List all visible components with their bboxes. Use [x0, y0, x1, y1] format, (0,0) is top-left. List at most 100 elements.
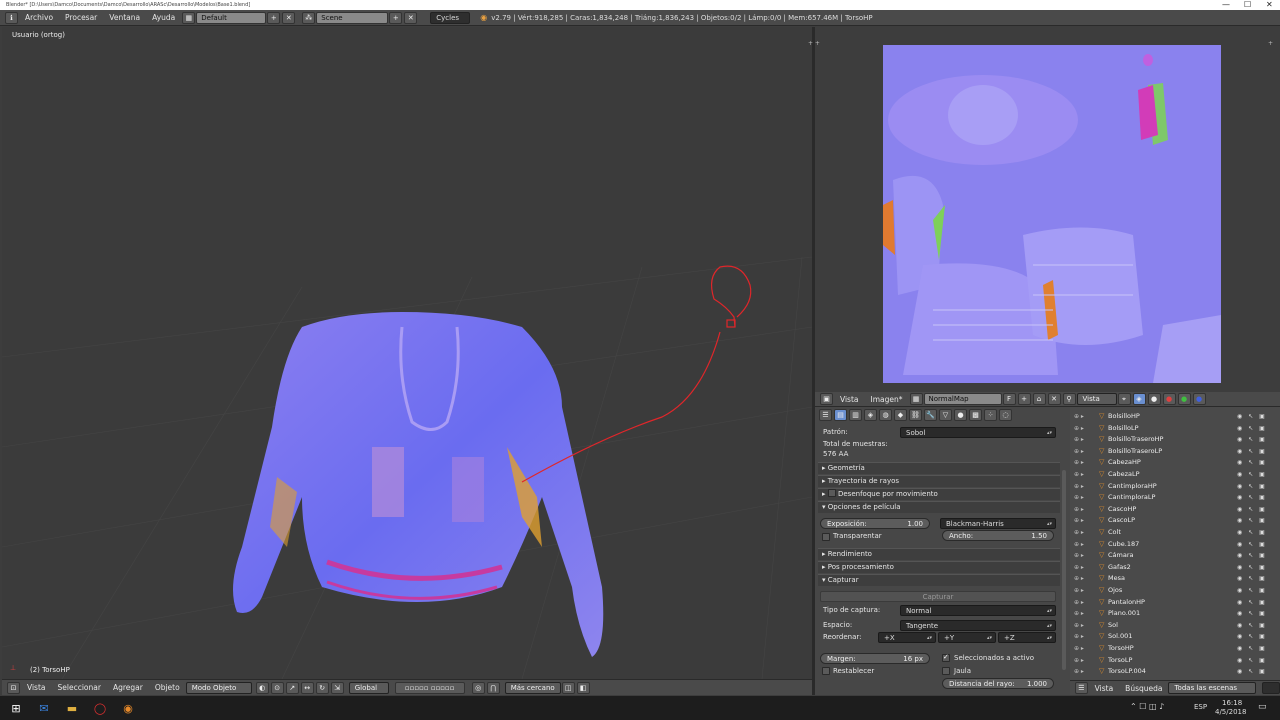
outliner-item[interactable]: ⊕ ▸ ▽ TorsoLP.004 ◉ ↖ ▣	[1070, 666, 1280, 678]
area-join-left-icon[interactable]: + +	[808, 40, 820, 47]
vp-menu-vista[interactable]: Vista	[21, 683, 52, 692]
texture-tab-icon[interactable]: ▩	[969, 409, 982, 421]
minimize-icon[interactable]: —	[1222, 0, 1230, 10]
visibility-icons[interactable]: ◉ ↖ ▣	[1237, 631, 1267, 642]
properties-scrollbar[interactable]	[1062, 470, 1066, 670]
transparentar-checkbox[interactable]	[822, 533, 830, 541]
visibility-icons[interactable]: ◉ ↖ ▣	[1237, 655, 1267, 666]
tipo-captura-select[interactable]: Normal	[900, 605, 1056, 616]
outlook-icon[interactable]: ✉	[32, 696, 56, 720]
scene-icon[interactable]: ⁂	[302, 11, 316, 24]
proportional-icon[interactable]: ◎	[471, 681, 485, 694]
remove-layout-icon[interactable]: ✕	[282, 11, 296, 24]
visibility-icons[interactable]: ◉ ↖ ▣	[1237, 411, 1267, 422]
expand-icon[interactable]: ⊕ ▸	[1074, 550, 1084, 561]
expand-icon[interactable]: ⊕ ▸	[1074, 539, 1084, 550]
outliner-item[interactable]: ⊕ ▸ ▽ Ojos ◉ ↖ ▣	[1070, 585, 1280, 597]
filter-select[interactable]: Blackman-Harris	[940, 518, 1056, 529]
open-image-icon[interactable]: ⌂	[1032, 393, 1046, 405]
channels-icon[interactable]: ◈	[1132, 393, 1146, 405]
outliner-item[interactable]: ⊕ ▸ ▽ Plano.001 ◉ ↖ ▣	[1070, 608, 1280, 620]
outliner-item[interactable]: ⊕ ▸ ▽ Cámara ◉ ↖ ▣	[1070, 550, 1280, 562]
outliner-item[interactable]: ⊕ ▸ ▽ BolsilloTraseroHP ◉ ↖ ▣	[1070, 434, 1280, 446]
outliner-item[interactable]: ⊕ ▸ ▽ CabezaHP ◉ ↖ ▣	[1070, 457, 1280, 469]
img-menu-imagen[interactable]: Imagen*	[865, 395, 909, 404]
reorder-z-select[interactable]: +Z	[998, 632, 1056, 643]
new-image-icon[interactable]: +	[1017, 393, 1031, 405]
outliner-item[interactable]: ⊕ ▸ ▽ BolsilloHP ◉ ↖ ▣	[1070, 411, 1280, 423]
outliner-item[interactable]: ⊕ ▸ ▽ Cube.187 ◉ ↖ ▣	[1070, 539, 1280, 551]
windows-start-icon[interactable]: ⊞	[4, 696, 28, 720]
expand-icon[interactable]: ⊕ ▸	[1074, 655, 1084, 666]
editor-type-icon[interactable]: ℹ	[5, 11, 18, 24]
outliner-item[interactable]: ⊕ ▸ ▽ CascoHP ◉ ↖ ▣	[1070, 504, 1280, 516]
render-tab-icon[interactable]: ▤	[834, 409, 847, 421]
manipulator-icon[interactable]: ↗	[285, 681, 299, 694]
panel-capturar[interactable]: ▾ Capturar	[818, 574, 1060, 586]
visibility-icons[interactable]: ◉ ↖ ▣	[1237, 585, 1267, 596]
jaula-checkbox[interactable]	[942, 667, 950, 675]
add-scene-icon[interactable]: +	[389, 11, 403, 24]
editor-type-properties-icon[interactable]: ☰	[819, 409, 832, 421]
color-icon[interactable]: ●	[1147, 393, 1161, 405]
blue-channel-icon[interactable]: ●	[1192, 393, 1206, 405]
mode-select[interactable]: Modo Objeto	[185, 681, 252, 694]
green-channel-icon[interactable]: ●	[1177, 393, 1191, 405]
visibility-icons[interactable]: ◉ ↖ ▣	[1237, 597, 1267, 608]
3d-viewport[interactable]	[2, 27, 812, 679]
outliner-item[interactable]: ⊕ ▸ ▽ Mesa ◉ ↖ ▣	[1070, 573, 1280, 585]
material-tab-icon[interactable]: ●	[954, 409, 967, 421]
seleccionados-checkbox[interactable]	[942, 653, 950, 662]
layout-icon[interactable]: ▦	[182, 11, 196, 24]
shading-icon[interactable]: ◐	[255, 681, 269, 694]
capturar-button[interactable]: Capturar	[820, 591, 1056, 602]
expand-icon[interactable]: ⊕ ▸	[1074, 515, 1084, 526]
render-layers-tab-icon[interactable]: ▥	[849, 409, 862, 421]
outliner-item[interactable]: ⊕ ▸ ▽ CascoLP ◉ ↖ ▣	[1070, 515, 1280, 527]
panel-trayectoria[interactable]: ▸ Trayectoria de rayos	[818, 475, 1060, 487]
patron-select[interactable]: Sobol	[900, 427, 1056, 438]
outliner-search-input[interactable]	[1262, 682, 1280, 694]
menu-ventana[interactable]: Ventana	[103, 13, 146, 22]
exposicion-field[interactable]: Exposición: 1.00	[820, 518, 930, 529]
layers-grid[interactable]: ▫▫▫▫▫ ▫▫▫▫▫	[394, 681, 465, 694]
notifications-icon[interactable]: ▭	[1258, 702, 1267, 712]
object-tab-icon[interactable]: ◆	[894, 409, 907, 421]
pin-icon[interactable]: ⚲	[1062, 393, 1076, 405]
maximize-icon[interactable]: ☐	[1244, 0, 1251, 10]
expand-icon[interactable]: ⊕ ▸	[1074, 492, 1084, 503]
expand-icon[interactable]: ⊕ ▸	[1074, 434, 1084, 445]
world-tab-icon[interactable]: ◍	[879, 409, 892, 421]
scale-icon[interactable]: ⇲	[330, 681, 344, 694]
panel-rendimiento[interactable]: ▸ Rendimiento	[818, 548, 1060, 560]
expand-icon[interactable]: ⊕ ▸	[1074, 585, 1084, 596]
layout-field[interactable]: Default	[196, 11, 267, 24]
translate-icon[interactable]: ↔	[300, 681, 314, 694]
outliner-item[interactable]: ⊕ ▸ ▽ TorsoLP ◉ ↖ ▣	[1070, 655, 1280, 667]
ancho-field[interactable]: Ancho: 1.50	[942, 530, 1054, 541]
visibility-icons[interactable]: ◉ ↖ ▣	[1237, 550, 1267, 561]
visibility-icons[interactable]: ◉ ↖ ▣	[1237, 666, 1267, 677]
reorder-y-select[interactable]: +Y	[938, 632, 996, 643]
editor-type-3d-icon[interactable]: ⊡	[7, 681, 20, 694]
vp-menu-agregar[interactable]: Agregar	[107, 683, 149, 692]
expand-icon[interactable]: ⊕ ▸	[1074, 573, 1084, 584]
expand-icon[interactable]: ⊕ ▸	[1074, 608, 1084, 619]
menu-procesar[interactable]: Procesar	[59, 13, 103, 22]
remove-scene-icon[interactable]: ✕	[404, 11, 418, 24]
view-mode-select[interactable]: Vista	[1076, 393, 1117, 405]
expand-icon[interactable]: ⊕ ▸	[1074, 504, 1084, 515]
expand-icon[interactable]: ⊕ ▸	[1074, 411, 1084, 422]
opengl-render-icon[interactable]: ◧	[576, 681, 590, 694]
outliner-item[interactable]: ⊕ ▸ ▽ BolsilloLP ◉ ↖ ▣	[1070, 423, 1280, 435]
panel-opciones-pelicula[interactable]: ▾ Opciones de película	[818, 501, 1060, 513]
unlink-image-icon[interactable]: ✕	[1047, 393, 1061, 405]
visibility-icons[interactable]: ◉ ↖ ▣	[1237, 457, 1267, 468]
constraints-tab-icon[interactable]: ⛓	[909, 409, 922, 421]
fake-user-button[interactable]: F	[1002, 393, 1016, 405]
distancia-rayo-field[interactable]: Distancia del rayo: 1.000	[942, 678, 1054, 689]
panel-geometria[interactable]: ▸ Geometría	[818, 462, 1060, 474]
red-channel-icon[interactable]: ●	[1162, 393, 1176, 405]
clock-date[interactable]: 4/5/2018	[1215, 708, 1246, 716]
visibility-icons[interactable]: ◉ ↖ ▣	[1237, 481, 1267, 492]
